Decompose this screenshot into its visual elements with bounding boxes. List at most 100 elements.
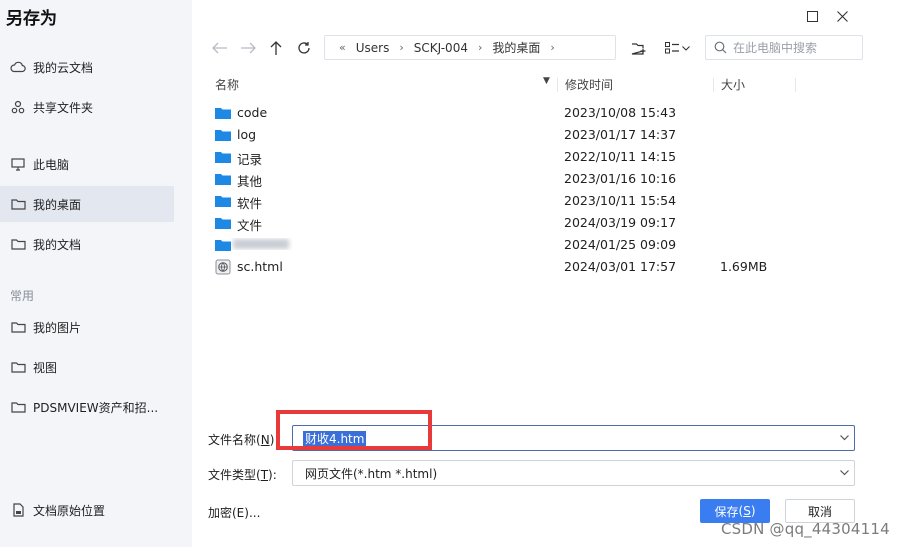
breadcrumb-item[interactable]: SCKJ-004: [414, 41, 468, 55]
search-input[interactable]: [733, 40, 853, 55]
refresh-icon: [298, 42, 310, 54]
folder-icon: [215, 196, 231, 207]
close-icon: [836, 10, 848, 22]
blur-mask-icon: [233, 239, 289, 249]
file-modified: 2022/10/11 14:15: [564, 149, 677, 164]
breadcrumb-overflow-icon[interactable]: «: [339, 41, 346, 54]
column-divider[interactable]: [713, 78, 714, 92]
refresh-button[interactable]: [294, 38, 314, 58]
file-name: 文件: [237, 218, 263, 233]
close-button[interactable]: [832, 6, 852, 26]
dialog-title: 另存为: [6, 9, 57, 29]
sidebar-item-label: 文档原始位置: [33, 503, 106, 518]
filetype-value: 网页文件(*.htm *.html): [305, 466, 438, 481]
arrow-up-icon: [270, 40, 282, 55]
html-file-icon: [215, 259, 231, 275]
filename-label: 文件名称(N): [208, 433, 275, 447]
file-row[interactable]: 其他 2023/01/16 10:16: [208, 168, 808, 190]
file-modified: 2024/03/19 09:17: [564, 215, 677, 230]
sidebar-item-cloud-docs[interactable]: 我的云文档: [0, 49, 174, 85]
column-header-size[interactable]: 大小: [721, 76, 745, 93]
sidebar-item-my-pictures[interactable]: 我的图片: [0, 309, 174, 345]
document-location-icon: [10, 502, 26, 518]
sidebar-item-label: 我的文档: [33, 237, 82, 252]
file-name: code: [237, 105, 268, 120]
breadcrumb-item[interactable]: 我的桌面: [492, 39, 540, 56]
watermark-text: CSDN @qq_44304114: [721, 520, 890, 538]
sidebar-item-pdsmview[interactable]: PDSMVIEW资产和招...: [0, 389, 174, 425]
folder-icon: [10, 359, 26, 375]
column-divider[interactable]: [795, 78, 796, 92]
breadcrumb-item[interactable]: Users: [356, 41, 390, 55]
breadcrumb[interactable]: « Users › SCKJ-004 › 我的桌面 ›: [324, 35, 616, 60]
column-header-name[interactable]: 名称: [215, 76, 239, 93]
column-header-modified[interactable]: 修改时间: [565, 76, 613, 93]
sidebar-item-views[interactable]: 视图: [0, 349, 174, 385]
sidebar-item-shared-folder[interactable]: 共享文件夹: [0, 89, 174, 125]
file-name: sc.html: [237, 259, 283, 274]
file-row[interactable]: code 2023/10/08 15:43: [208, 102, 808, 124]
share-icon: [10, 99, 26, 115]
sidebar-item-this-pc[interactable]: 此电脑: [0, 146, 174, 182]
file-size: 1.69MB: [720, 259, 768, 274]
arrow-left-icon: [212, 42, 227, 54]
filetype-select[interactable]: 网页文件(*.htm *.html): [292, 460, 855, 486]
arrow-right-icon: [241, 42, 256, 54]
folder-icon: [215, 174, 231, 185]
folder-icon: [10, 319, 26, 335]
folder-icon: [10, 196, 26, 212]
file-row[interactable]: sc.html 2024/03/01 17:57 1.69MB: [208, 256, 808, 278]
list-view-icon: [664, 42, 679, 54]
sidebar: 另存为 我的云文档 共享文件夹 此电脑 我的桌面 我的文档 常用 我的图片 视图…: [0, 0, 192, 547]
new-folder-button[interactable]: [628, 38, 648, 58]
file-modified: 2023/01/16 10:16: [564, 171, 677, 186]
file-name: 软件: [237, 196, 263, 211]
file-row[interactable]: log 2023/01/17 14:37: [208, 124, 808, 146]
column-divider[interactable]: [557, 78, 558, 92]
maximize-button[interactable]: [802, 6, 822, 26]
back-button[interactable]: [210, 38, 230, 58]
file-modified: 2023/10/08 15:43: [564, 105, 677, 120]
file-row[interactable]: 文件 2024/03/19 09:17: [208, 212, 808, 234]
file-modified: 2024/03/01 17:57: [564, 259, 677, 274]
up-button[interactable]: [266, 38, 286, 58]
folder-icon: [215, 108, 231, 119]
sidebar-item-my-documents[interactable]: 我的文档: [0, 226, 174, 262]
chevron-down-icon: [681, 45, 690, 51]
sidebar-item-label: 视图: [33, 360, 58, 375]
folder-icon: [215, 130, 231, 141]
file-name: 其他: [237, 174, 263, 189]
chevron-right-icon[interactable]: ›: [550, 41, 554, 54]
cloud-icon: [10, 59, 26, 75]
chevron-right-icon: ›: [477, 41, 483, 54]
folder-icon: [215, 152, 231, 163]
chevron-down-icon[interactable]: [834, 435, 854, 441]
chevron-down-icon[interactable]: [834, 470, 854, 476]
chevron-right-icon: ›: [399, 41, 404, 54]
filetype-label: 文件类型(T):: [208, 468, 277, 482]
monitor-icon: [10, 156, 26, 172]
new-folder-icon: [631, 42, 645, 55]
sidebar-item-label: 我的云文档: [33, 60, 94, 75]
file-modified: 2023/01/17 14:37: [564, 127, 677, 142]
file-modified: 2023/10/11 15:54: [564, 193, 677, 208]
file-modified: 2024/01/25 09:09: [564, 237, 677, 252]
sidebar-item-original-location[interactable]: 文档原始位置: [0, 492, 174, 528]
sidebar-item-label: PDSMVIEW资产和招...: [33, 400, 159, 415]
sidebar-section-common: 常用: [10, 289, 35, 303]
highlight-annotation-box: [276, 410, 432, 450]
encrypt-button[interactable]: 加密(E)...: [208, 504, 260, 521]
maximize-icon: [806, 10, 818, 22]
sidebar-item-my-desktop[interactable]: 我的桌面: [0, 186, 174, 222]
sidebar-item-label: 我的图片: [33, 320, 82, 335]
forward-button[interactable]: [238, 38, 258, 58]
file-row[interactable]: 2024/01/25 09:09: [208, 234, 808, 256]
search-box[interactable]: [705, 35, 863, 60]
file-name: 记录: [237, 152, 263, 167]
sort-desc-icon[interactable]: ▼: [543, 76, 550, 86]
view-mode-button[interactable]: [662, 38, 692, 58]
sidebar-item-label: 此电脑: [33, 157, 70, 172]
file-row[interactable]: 记录 2022/10/11 14:15: [208, 146, 808, 168]
file-row[interactable]: 软件 2023/10/11 15:54: [208, 190, 808, 212]
sidebar-item-label: 我的桌面: [33, 197, 82, 212]
